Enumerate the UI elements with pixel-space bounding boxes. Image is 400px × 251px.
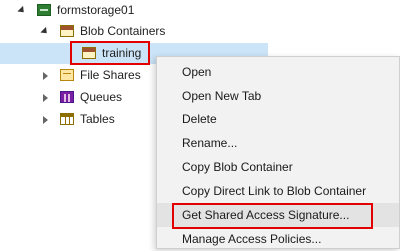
collapse-arrow-icon[interactable]: [40, 65, 50, 86]
menu-item-label: Open New Tab: [182, 89, 262, 103]
menu-item-open-new-tab[interactable]: Open New Tab: [157, 84, 399, 108]
expand-arrow-icon[interactable]: [17, 0, 27, 21]
menu-item-manage-access-policies[interactable]: Manage Access Policies...: [157, 227, 399, 251]
menu-item-label: Delete: [182, 112, 217, 126]
tree-item-storage-account[interactable]: formstorage01: [0, 0, 400, 21]
storage-account-icon: [37, 4, 51, 16]
file-share-icon: [60, 69, 74, 81]
menu-item-label: Open: [182, 65, 212, 79]
menu-item-copy-blob-container[interactable]: Copy Blob Container: [157, 155, 399, 179]
expand-arrow-icon[interactable]: [40, 21, 50, 42]
blob-containers-label: Blob Containers: [80, 24, 166, 38]
tree-item-blob-containers[interactable]: Blob Containers: [0, 21, 400, 42]
menu-item-label: Copy Blob Container: [182, 160, 293, 174]
menu-item-label: Rename...: [182, 136, 238, 150]
table-icon: [60, 113, 74, 125]
sas-highlight-box: [172, 203, 373, 229]
queue-icon: [60, 91, 74, 103]
training-highlight-box: [70, 41, 150, 65]
menu-item-open[interactable]: Open: [157, 60, 399, 84]
storage-account-label: formstorage01: [57, 3, 135, 17]
file-shares-label: File Shares: [80, 68, 141, 82]
menu-item-label: Manage Access Policies...: [182, 232, 322, 246]
tables-label: Tables: [80, 112, 115, 126]
blob-container-icon: [60, 25, 74, 37]
queues-label: Queues: [80, 90, 123, 104]
menu-item-rename[interactable]: Rename...: [157, 131, 399, 155]
menu-item-delete[interactable]: Delete: [157, 107, 399, 131]
menu-item-label: Copy Direct Link to Blob Container: [182, 184, 367, 198]
collapse-arrow-icon[interactable]: [40, 109, 50, 130]
collapse-arrow-icon[interactable]: [40, 87, 50, 108]
menu-item-copy-direct-link[interactable]: Copy Direct Link to Blob Container: [157, 179, 399, 203]
